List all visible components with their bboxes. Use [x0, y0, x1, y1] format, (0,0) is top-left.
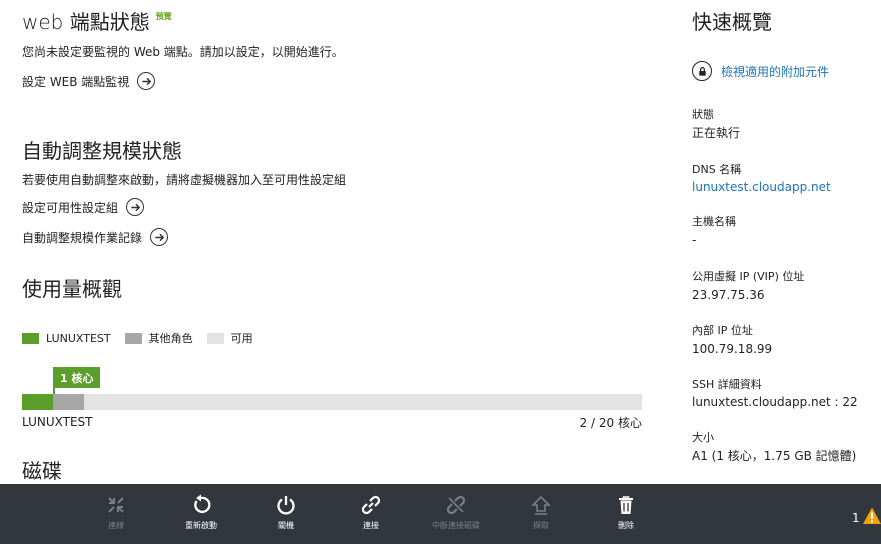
arrow-right-icon — [137, 72, 156, 90]
delete-button[interactable]: 刪除 — [591, 484, 661, 544]
web-endpoint-title-text: web 端點狀態 — [22, 10, 150, 34]
configure-availability-set-label: 設定可用性設定組 — [22, 200, 119, 215]
dns-value-link[interactable]: lunuxtest.cloudapp.net — [692, 180, 831, 194]
configure-web-endpoint-link[interactable]: 設定 WEB 端點監視 — [22, 72, 156, 90]
connect-icon — [108, 497, 124, 513]
autoscale-log-label: 自動調整規模作業記錄 — [22, 230, 143, 245]
legend-swatch — [206, 332, 224, 344]
autoscale-log-link[interactable]: 自動調整規模作業記錄 — [22, 228, 169, 246]
autoscale-title: 自動調整規模狀態 — [22, 139, 182, 163]
legend-item-available: 可用 — [206, 330, 253, 346]
main-content: web 端點狀態 預覽 您尚未設定要監視的 Web 端點。請加以設定，以開始進行。… — [0, 0, 660, 484]
arrow-right-icon — [150, 228, 169, 246]
capture-label: 擷取 — [533, 521, 549, 530]
ssh-label: SSH 詳細資料 — [692, 378, 762, 391]
configure-web-endpoint-label: 設定 WEB 端點監視 — [22, 74, 130, 89]
capture-icon — [531, 495, 551, 515]
ssh-value: lunuxtest.cloudapp.net : 22 — [692, 395, 858, 409]
quick-glance-panel: 快速概覽 檢視適用的附加元件 狀態 正在執行 DNS 名稱 lunuxtest.… — [692, 0, 881, 484]
detach-disk-label: 中斷連接磁碟 — [432, 521, 480, 530]
restart-button[interactable]: 重新啟動 — [166, 484, 236, 544]
disks-title: 磁碟 — [22, 459, 62, 483]
size-label: 大小 — [692, 431, 714, 444]
attach-button[interactable]: 連接 — [336, 484, 406, 544]
unlink-icon — [446, 495, 466, 515]
command-bar: 連線 重新啟動 關機 連接 中斷連接磁碟 擷取 刪除 — [0, 484, 881, 544]
arrow-right-icon — [126, 198, 145, 216]
status-label: 狀態 — [692, 108, 714, 121]
vip-label: 公用虛擬 IP (VIP) 位址 — [692, 270, 805, 283]
legend-label: 可用 — [230, 332, 253, 345]
web-endpoint-title: web 端點狀態 預覽 — [22, 6, 172, 35]
autoscale-description: 若要使用自動調整來啟動，請將虛擬機器加入至可用性設定組 — [22, 173, 347, 187]
view-addons-link[interactable]: 檢視適用的附加元件 — [692, 61, 829, 81]
capture-button[interactable]: 擷取 — [506, 484, 576, 544]
legend-swatch — [124, 332, 142, 344]
configure-availability-set-link[interactable]: 設定可用性設定組 — [22, 198, 145, 216]
web-endpoint-description: 您尚未設定要監視的 Web 端點。請加以設定，以開始進行。 — [22, 45, 344, 59]
usage-segment-other-roles — [53, 394, 84, 410]
lock-icon — [692, 61, 712, 81]
usage-legend: LUNUXTEST 其他角色 可用 — [22, 330, 267, 346]
warning-icon[interactable] — [862, 506, 881, 526]
legend-label: LUNUXTEST — [46, 331, 111, 345]
internal-ip-value: 100.79.18.99 — [692, 342, 773, 356]
restart-label: 重新啟動 — [185, 521, 217, 530]
attach-label: 連接 — [363, 521, 379, 530]
restart-icon — [194, 494, 211, 514]
host-label: 主機名稱 — [692, 215, 736, 228]
usage-overview-title: 使用量概觀 — [22, 277, 122, 301]
host-value: - — [692, 233, 697, 247]
vm-dashboard: web 端點狀態 預覽 您尚未設定要監視的 Web 端點。請加以設定，以開始進行。… — [0, 0, 881, 544]
connect-label: 連線 — [108, 521, 124, 530]
status-value: 正在執行 — [692, 126, 741, 140]
size-value: A1 (1 核心，1.75 GB 記憶體) — [692, 449, 857, 463]
delete-label: 刪除 — [618, 521, 634, 530]
legend-swatch — [22, 332, 39, 344]
shutdown-button[interactable]: 關機 — [251, 484, 321, 544]
legend-item-other-roles: 其他角色 — [124, 330, 193, 346]
vip-value: 23.97.75.36 — [692, 288, 765, 302]
legend-label: 其他角色 — [148, 332, 193, 345]
shutdown-label: 關機 — [278, 521, 294, 530]
view-addons-label: 檢視適用的附加元件 — [721, 64, 830, 79]
detach-disk-button[interactable]: 中斷連接磁碟 — [421, 484, 491, 544]
dns-label: DNS 名稱 — [692, 163, 742, 176]
internal-ip-label: 內部 IP 位址 — [692, 324, 753, 337]
link-icon — [361, 495, 381, 515]
usage-segment-lunuxtest — [22, 394, 53, 410]
power-icon — [277, 496, 295, 515]
notification-count[interactable]: 1 — [852, 511, 860, 525]
trash-icon — [619, 496, 633, 514]
usage-role-label: LUNUXTEST — [22, 415, 93, 429]
preview-badge: 預覽 — [155, 12, 172, 21]
quick-glance-title: 快速概覽 — [692, 10, 772, 34]
usage-summary: 2 / 20 核心 — [579, 416, 642, 430]
connect-button[interactable]: 連線 — [81, 484, 151, 544]
usage-bar — [22, 394, 642, 410]
core-usage-tag: 1 核心 — [53, 367, 101, 388]
legend-item-lunuxtest: LUNUXTEST — [22, 332, 111, 345]
